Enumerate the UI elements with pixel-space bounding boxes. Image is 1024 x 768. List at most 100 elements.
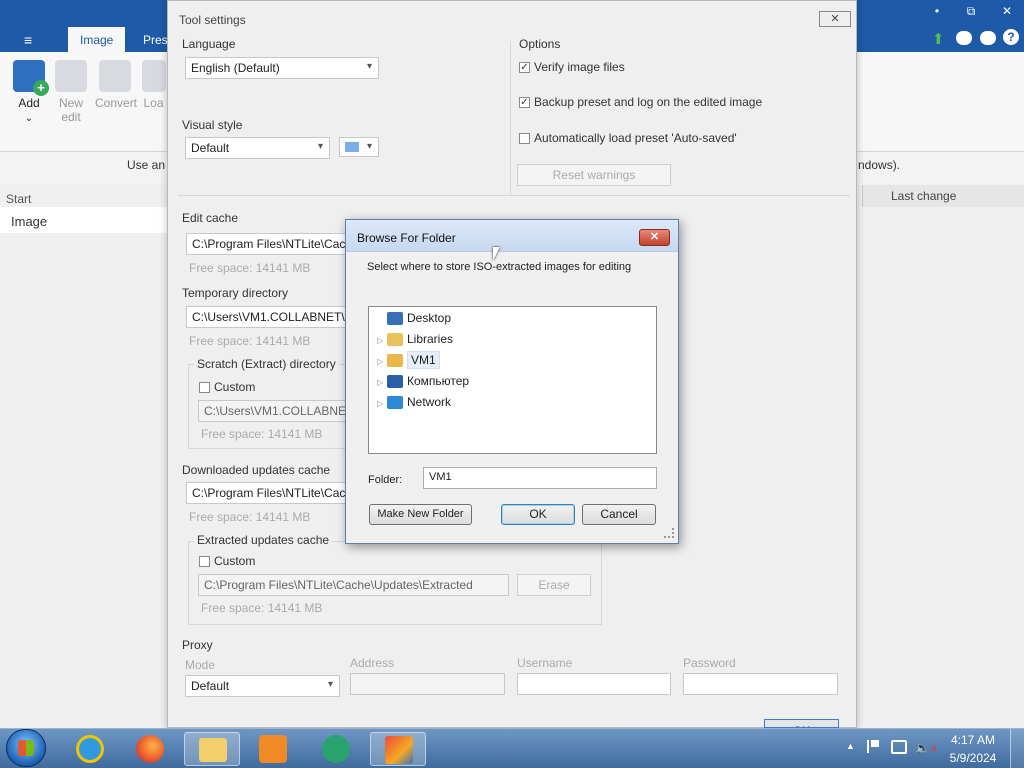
temp-dir-path[interactable]: C:\Users\VM1.COLLABNET\A [186,306,346,328]
show-desktop-button[interactable] [1010,729,1024,768]
windows-logo-icon [18,740,34,756]
scratch-custom-checkbox[interactable]: Custom [199,380,255,394]
expand-arrow-icon[interactable]: ▷ [377,336,387,345]
proxy-address-input[interactable] [350,673,505,695]
discord-icon[interactable] [980,31,996,45]
volume-muted-icon[interactable]: 🔈✕ [915,741,938,755]
checkbox-checked-icon[interactable]: ✓ [519,62,530,74]
option-autoload-preset[interactable]: Automatically load preset 'Auto-saved' [519,131,737,145]
network-tray-icon[interactable] [891,740,907,754]
scratch-label: Scratch (Extract) directory [194,357,339,371]
desktop-icon [387,312,403,326]
accent-color-picker[interactable] [339,137,379,157]
help-icon[interactable]: ? [1003,29,1019,45]
language-label: Language [182,37,236,51]
tree-item-computer[interactable]: ▷ Компьютер [377,374,469,389]
clock-time[interactable]: 4:17 AM [948,733,998,747]
convert-button[interactable]: Convert [95,60,137,120]
computer-icon [387,375,403,389]
taskbar-app[interactable] [308,732,364,766]
scratch-free-space: Free space: 14141 MB [201,427,323,441]
tree-item-network[interactable]: ▷ Network [377,395,451,410]
show-hidden-icons-icon[interactable]: ▲ [846,741,855,751]
taskbar-explorer[interactable] [184,732,240,766]
load-button[interactable]: Loa [140,60,167,120]
proxy-password-label: Password [683,656,736,670]
browse-cancel-button[interactable]: Cancel [582,504,656,525]
minimize-button[interactable]: • [926,4,948,22]
taskbar-media-player[interactable] [245,732,301,766]
maximize-button[interactable]: ⧉ [960,4,982,22]
visual-style-select[interactable]: Default [185,137,330,159]
downloaded-cache-free-space: Free space: 14141 MB [189,510,311,524]
divider [510,41,511,196]
menu-icon[interactable]: ≡ [24,32,32,48]
option-backup-preset[interactable]: ✓ Backup preset and log on the edited ima… [519,95,762,109]
edit-cache-path[interactable]: C:\Program Files\NTLite\Cac [186,233,346,255]
erase-button[interactable]: Erase [517,574,591,596]
tab-image[interactable]: Image [68,27,126,53]
tree-item-desktop[interactable]: Desktop [377,311,451,326]
start-button[interactable] [6,729,46,767]
twitter-icon[interactable] [956,31,972,45]
hint-text-right: ndows). [858,158,901,172]
checkbox-unchecked-icon[interactable] [199,556,210,568]
tool-ok-button[interactable]: OK [764,719,839,728]
browse-titlebar: Browse For Folder ✕ [346,220,678,252]
language-select[interactable]: English (Default) [185,57,379,79]
option-verify-images[interactable]: ✓ Verify image files [519,60,625,74]
browse-close-button[interactable]: ✕ [639,229,670,246]
taskbar-ie[interactable] [62,732,118,766]
folder-label: Folder: [368,474,403,486]
downloaded-cache-label: Downloaded updates cache [182,463,331,477]
expand-arrow-icon[interactable]: ▷ [377,357,387,366]
temp-dir-free-space: Free space: 14141 MB [189,334,311,348]
edit-cache-free-space: Free space: 14141 MB [189,261,311,275]
checkbox-unchecked-icon[interactable] [519,133,530,145]
image-list-panel: Start Image [0,185,167,728]
color-swatch [345,142,359,152]
dialog-close-button[interactable]: ✕ [819,11,851,27]
clock-date[interactable]: 5/9/2024 [945,751,1001,765]
edit-cache-label: Edit cache [182,211,239,225]
browse-ok-button[interactable]: OK [501,504,575,525]
extracted-cache-label: Extracted updates cache [194,533,333,547]
new-edit-button[interactable]: New edit [51,60,91,124]
downloaded-cache-path[interactable]: C:\Program Files\NTLite\Cac [186,482,346,504]
proxy-label: Proxy [182,638,213,652]
extracted-custom-checkbox[interactable]: Custom [199,554,255,568]
taskbar-firefox[interactable] [122,732,178,766]
folder-name-input[interactable]: VM1 [423,467,657,489]
details-panel: Last change [857,185,1024,728]
action-center-flag-icon[interactable] [867,740,879,753]
load-icon [141,60,166,92]
new-edit-icon [55,60,87,92]
reset-warnings-button[interactable]: Reset warnings [517,164,671,186]
expand-arrow-icon[interactable]: ▷ [377,399,387,408]
checkbox-checked-icon[interactable]: ✓ [519,97,530,109]
browse-for-folder-dialog: Browse For Folder ✕ Select where to stor… [345,219,679,544]
mouse-cursor-icon [493,247,500,261]
proxy-password-input[interactable] [683,673,838,695]
scratch-path[interactable]: C:\Users\VM1.COLLABNET [198,400,348,422]
extracted-cache-path[interactable]: C:\Program Files\NTLite\Cache\Updates\Ex… [198,574,509,596]
browse-description: Select where to store ISO-extracted imag… [367,261,632,273]
list-item-image[interactable]: Image [0,207,167,233]
proxy-mode-select[interactable]: Default [185,675,340,697]
taskbar-ntlite[interactable] [370,732,426,766]
folder-tree[interactable]: Desktop ▷ Libraries ▷ VM1 ▷ Компьютер ▷ Netw… [368,306,657,454]
make-new-folder-button[interactable]: Make New Folder [369,504,472,525]
checkbox-unchecked-icon[interactable] [199,382,210,394]
column-header-last-change[interactable]: Last change [862,185,1024,207]
add-button[interactable]: Add⌄ [9,60,49,124]
update-icon[interactable]: ⬆ [932,30,945,48]
dialog-title: Tool settings [179,13,246,27]
tree-item-libraries[interactable]: ▷ Libraries [377,332,453,347]
internet-explorer-icon [76,735,104,763]
resize-grip-icon[interactable] [664,528,674,538]
close-button[interactable]: ✕ [996,4,1018,22]
proxy-username-input[interactable] [517,673,671,695]
ntlite-icon [385,736,413,764]
expand-arrow-icon[interactable]: ▷ [377,378,387,387]
tree-item-vm1[interactable]: ▷ VM1 [377,351,440,369]
